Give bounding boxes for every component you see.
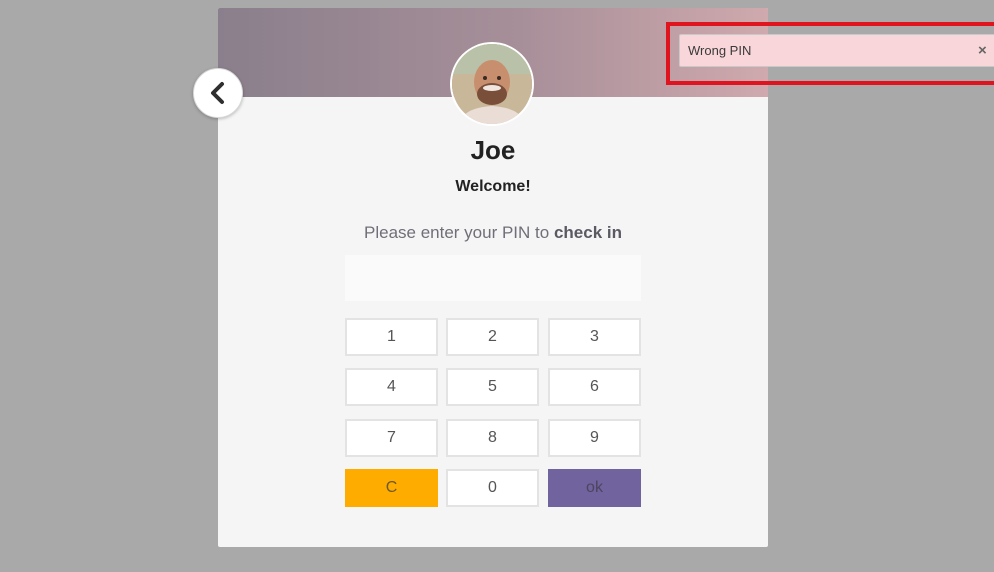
close-icon[interactable]: × xyxy=(978,42,987,60)
keypad-key-7[interactable]: 7 xyxy=(345,419,438,457)
error-toast: Wrong PIN × xyxy=(679,34,994,67)
pin-prompt-text: Please enter your PIN to xyxy=(364,223,550,242)
toast-message: Wrong PIN xyxy=(688,43,752,58)
keypad-clear-button[interactable]: C xyxy=(345,469,438,507)
avatar xyxy=(452,44,532,124)
keypad-key-5[interactable]: 5 xyxy=(446,368,539,406)
keypad-ok-button[interactable]: ok xyxy=(548,469,641,507)
back-button[interactable] xyxy=(193,68,243,118)
kiosk-screen: Joe Welcome! Please enter your PIN to ch… xyxy=(0,0,994,572)
employee-name: Joe xyxy=(470,135,516,165)
keypad-key-9[interactable]: 9 xyxy=(548,419,641,457)
pin-prompt: Please enter your PIN to check in xyxy=(218,223,768,243)
chevron-left-icon xyxy=(211,82,224,104)
pin-prompt-action: check in xyxy=(553,223,622,242)
keypad-key-6[interactable]: 6 xyxy=(548,368,641,406)
pin-input[interactable] xyxy=(345,255,641,301)
keypad-key-1[interactable]: 1 xyxy=(345,318,438,356)
keypad-key-0[interactable]: 0 xyxy=(446,469,539,507)
keypad-key-4[interactable]: 4 xyxy=(345,368,438,406)
keypad-key-8[interactable]: 8 xyxy=(446,419,539,457)
keypad-key-2[interactable]: 2 xyxy=(446,318,539,356)
welcome-message: Welcome! xyxy=(455,178,531,195)
keypad-key-3[interactable]: 3 xyxy=(548,318,641,356)
